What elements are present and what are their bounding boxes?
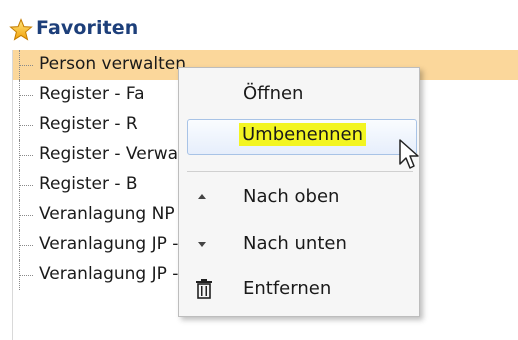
menu-item-move-up[interactable]: Nach oben bbox=[179, 178, 419, 216]
tree-connector bbox=[17, 140, 35, 170]
tree-connector bbox=[17, 50, 35, 80]
menu-item-move-down[interactable]: Nach unten bbox=[179, 225, 419, 263]
tree-connector bbox=[17, 80, 35, 110]
menu-item-remove[interactable]: Entfernen bbox=[179, 270, 419, 308]
arrow-up-icon bbox=[198, 194, 206, 199]
menu-item-label: Entfernen bbox=[243, 278, 332, 299]
menu-item-rename[interactable]: Umbenennen bbox=[179, 118, 419, 156]
tree-item-label: Person verwalten bbox=[39, 54, 186, 74]
arrow-down-icon bbox=[198, 242, 206, 247]
tree-connector bbox=[17, 170, 35, 200]
menu-item-label: Umbenennen bbox=[239, 123, 366, 146]
trash-icon bbox=[196, 279, 212, 299]
tree-item-label: Register - B bbox=[39, 174, 138, 194]
menu-item-open[interactable]: Öffnen bbox=[179, 75, 419, 113]
menu-item-label: Nach unten bbox=[243, 233, 347, 254]
favorites-header: Favoriten bbox=[0, 0, 518, 44]
tree-connector bbox=[17, 110, 35, 140]
menu-item-label: Nach oben bbox=[243, 186, 340, 207]
menu-item-label: Öffnen bbox=[243, 83, 304, 104]
mouse-pointer-icon bbox=[399, 139, 419, 169]
favorites-title: Favoriten bbox=[36, 17, 139, 39]
star-icon bbox=[9, 18, 33, 41]
tree-connector bbox=[17, 200, 35, 230]
context-menu: Öffnen Umbenennen Nach oben Nach unten E… bbox=[178, 67, 420, 317]
menu-separator bbox=[187, 171, 413, 172]
tree-connector bbox=[17, 260, 35, 290]
tree-item-label: Register - Fa bbox=[39, 84, 145, 104]
tree-connector bbox=[17, 230, 35, 260]
tree-item-label: Register - R bbox=[39, 114, 138, 134]
